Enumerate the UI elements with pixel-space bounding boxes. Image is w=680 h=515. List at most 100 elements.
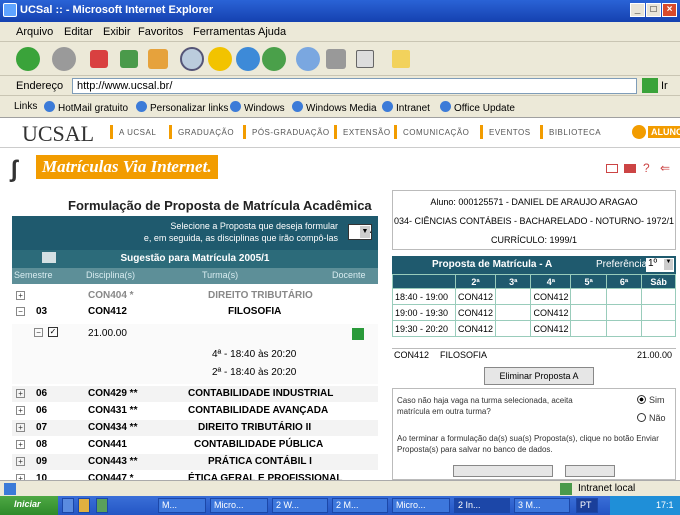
favorites-icon[interactable] <box>208 47 232 71</box>
nav-a-ucsal[interactable]: A UCSAL <box>119 128 156 137</box>
task-item-active[interactable]: 2 In... <box>454 498 510 513</box>
radio-sim[interactable] <box>637 395 646 404</box>
table-row[interactable]: + 06 CON429 ** CONTABILIDADE INDUSTRIAL <box>12 386 378 402</box>
nav-biblioteca[interactable]: BIBLIOTECA <box>549 128 601 137</box>
link-windows-media[interactable]: Windows Media <box>292 101 377 114</box>
grid-cell: CON412 <box>530 304 572 321</box>
nav-comunicacao[interactable]: COMUNICAÇÃO <box>403 128 469 137</box>
suggestion-title: Sugestão para Matrícula 2005/1 <box>12 250 378 268</box>
table-row[interactable]: + 08 CON441 CONTABILIDADE PÚBLICA <box>12 437 378 453</box>
minimize-button[interactable]: _ <box>630 3 645 17</box>
close-button[interactable]: × <box>662 3 677 17</box>
help-icon[interactable]: ? <box>643 161 650 175</box>
grid-cell: CON412 <box>455 320 497 337</box>
forward-icon[interactable] <box>52 47 76 71</box>
link-windows[interactable]: Windows <box>230 101 285 114</box>
address-input[interactable]: http://www.ucsal.br/ <box>72 78 637 94</box>
email-icon[interactable] <box>606 164 618 173</box>
link-intranet[interactable]: Intranet <box>382 101 430 114</box>
go-label[interactable]: Ir <box>661 80 668 92</box>
submit-instructions: Ao terminar a formulação da(s) sua(s) Pr… <box>397 434 659 454</box>
media-icon[interactable] <box>236 47 260 71</box>
proposal-title: Proposta de Matrícula - A <box>432 259 553 270</box>
back-page-icon[interactable]: ⇐ <box>660 161 670 175</box>
expand-icon[interactable]: + <box>16 423 25 432</box>
language-indicator[interactable]: PT <box>576 498 598 513</box>
nav-pos-graduacao[interactable]: PÓS-GRADUAÇÃO <box>252 128 330 137</box>
messenger-icon[interactable] <box>392 50 410 68</box>
link-personalizar[interactable]: Personalizar links <box>136 101 228 114</box>
collapse-icon[interactable]: − <box>16 307 25 316</box>
eliminate-proposal-button[interactable]: Eliminar Proposta A <box>484 367 594 385</box>
quicklaunch-ie-icon[interactable] <box>62 498 74 513</box>
menu-ajuda[interactable]: Ajuda <box>258 26 286 38</box>
menu-favoritos[interactable]: Favoritos <box>138 26 183 38</box>
quicklaunch-folder-icon[interactable] <box>78 498 90 513</box>
preference-select[interactable]: 1º ▼ <box>646 258 674 272</box>
task-item[interactable]: 3 M... <box>514 498 570 513</box>
quicklaunch-desktop-icon[interactable] <box>96 498 108 513</box>
proposal-select[interactable]: A▼ <box>348 224 372 240</box>
go-icon[interactable] <box>642 78 658 93</box>
menu-arquivo[interactable]: Arquivo <box>16 26 53 38</box>
exit-button[interactable] <box>565 465 615 477</box>
table-row[interactable]: + 09 CON443 ** PRÁTICA CONTÁBIL I <box>12 454 378 470</box>
alunos-link[interactable]: ALUNO <box>648 126 680 138</box>
task-item[interactable]: Micro... <box>210 498 268 513</box>
mail-icon[interactable] <box>296 47 320 71</box>
menu-editar[interactable]: Editar <box>64 26 93 38</box>
notice-box: Caso não haja vaga na turma selecionada,… <box>392 388 676 480</box>
back-icon[interactable] <box>16 47 40 71</box>
summary-name: FILOSOFIA <box>440 350 488 360</box>
task-item[interactable]: M... <box>158 498 206 513</box>
alunos-icon[interactable] <box>632 125 646 139</box>
link-icon <box>292 101 303 112</box>
search-icon[interactable] <box>180 47 204 71</box>
task-item[interactable]: Micro... <box>392 498 450 513</box>
grid-cell <box>605 304 643 321</box>
expand-icon[interactable]: + <box>16 440 25 449</box>
expand-icon[interactable]: + <box>16 406 25 415</box>
home-icon[interactable] <box>148 49 168 69</box>
table-row[interactable]: − 03 CON412 FILOSOFIA <box>12 304 378 320</box>
menu-ferramentas[interactable]: Ferramentas <box>193 26 255 38</box>
nav-graduacao[interactable]: GRADUAÇÃO <box>178 128 234 137</box>
print-page-icon[interactable] <box>624 164 636 173</box>
stop-icon[interactable] <box>90 50 108 68</box>
expand-icon[interactable]: + <box>16 291 25 300</box>
start-button[interactable]: Iniciar <box>0 496 58 515</box>
grid-cell <box>641 304 676 321</box>
ucsal-logo[interactable]: UCSAL <box>22 121 94 147</box>
menu-bar: Arquivo Editar Exibir Favoritos Ferramen… <box>0 22 680 42</box>
table-row[interactable]: + CON404 * DIREITO TRIBUTÁRIO <box>12 288 378 302</box>
maximize-button[interactable]: □ <box>646 3 661 17</box>
edit-icon[interactable] <box>356 50 374 68</box>
link-office-update[interactable]: Office Update <box>440 101 515 114</box>
grid-cell <box>570 304 607 321</box>
printer-icon[interactable] <box>42 252 56 263</box>
nav-eventos[interactable]: EVENTOS <box>489 128 531 137</box>
links-label: Links <box>14 101 38 112</box>
nav-separator <box>243 125 246 139</box>
task-item[interactable]: 2 W... <box>272 498 328 513</box>
history-icon[interactable] <box>262 47 286 71</box>
refresh-icon[interactable] <box>120 50 138 68</box>
teacher-icon[interactable] <box>352 328 364 340</box>
send-proposals-button[interactable] <box>453 465 553 477</box>
instructions-line1: Selecione a Proposta que deseja formular <box>170 221 338 231</box>
menu-exibir[interactable]: Exibir <box>103 26 131 38</box>
ie-icon <box>3 3 17 17</box>
link-hotmail[interactable]: HotMail gratuito <box>44 101 128 114</box>
table-row[interactable]: + 07 CON434 ** DIREITO TRIBUTÁRIO II <box>12 420 378 436</box>
expand-icon[interactable]: + <box>16 457 25 466</box>
task-item[interactable]: 2 M... <box>332 498 388 513</box>
radio-nao[interactable] <box>637 413 646 422</box>
print-icon[interactable] <box>326 49 346 69</box>
collapse-icon[interactable]: − <box>34 328 43 337</box>
window-title-bar: UCSal :: - Microsoft Internet Explorer _… <box>0 0 680 22</box>
nav-extensao[interactable]: EXTENSÃO <box>343 128 391 137</box>
grid-day: 5ª <box>570 274 607 289</box>
turma-checkbox[interactable]: ✓ <box>48 327 58 337</box>
table-row[interactable]: + 06 CON431 ** CONTABILIDADE AVANÇADA <box>12 403 378 419</box>
expand-icon[interactable]: + <box>16 389 25 398</box>
